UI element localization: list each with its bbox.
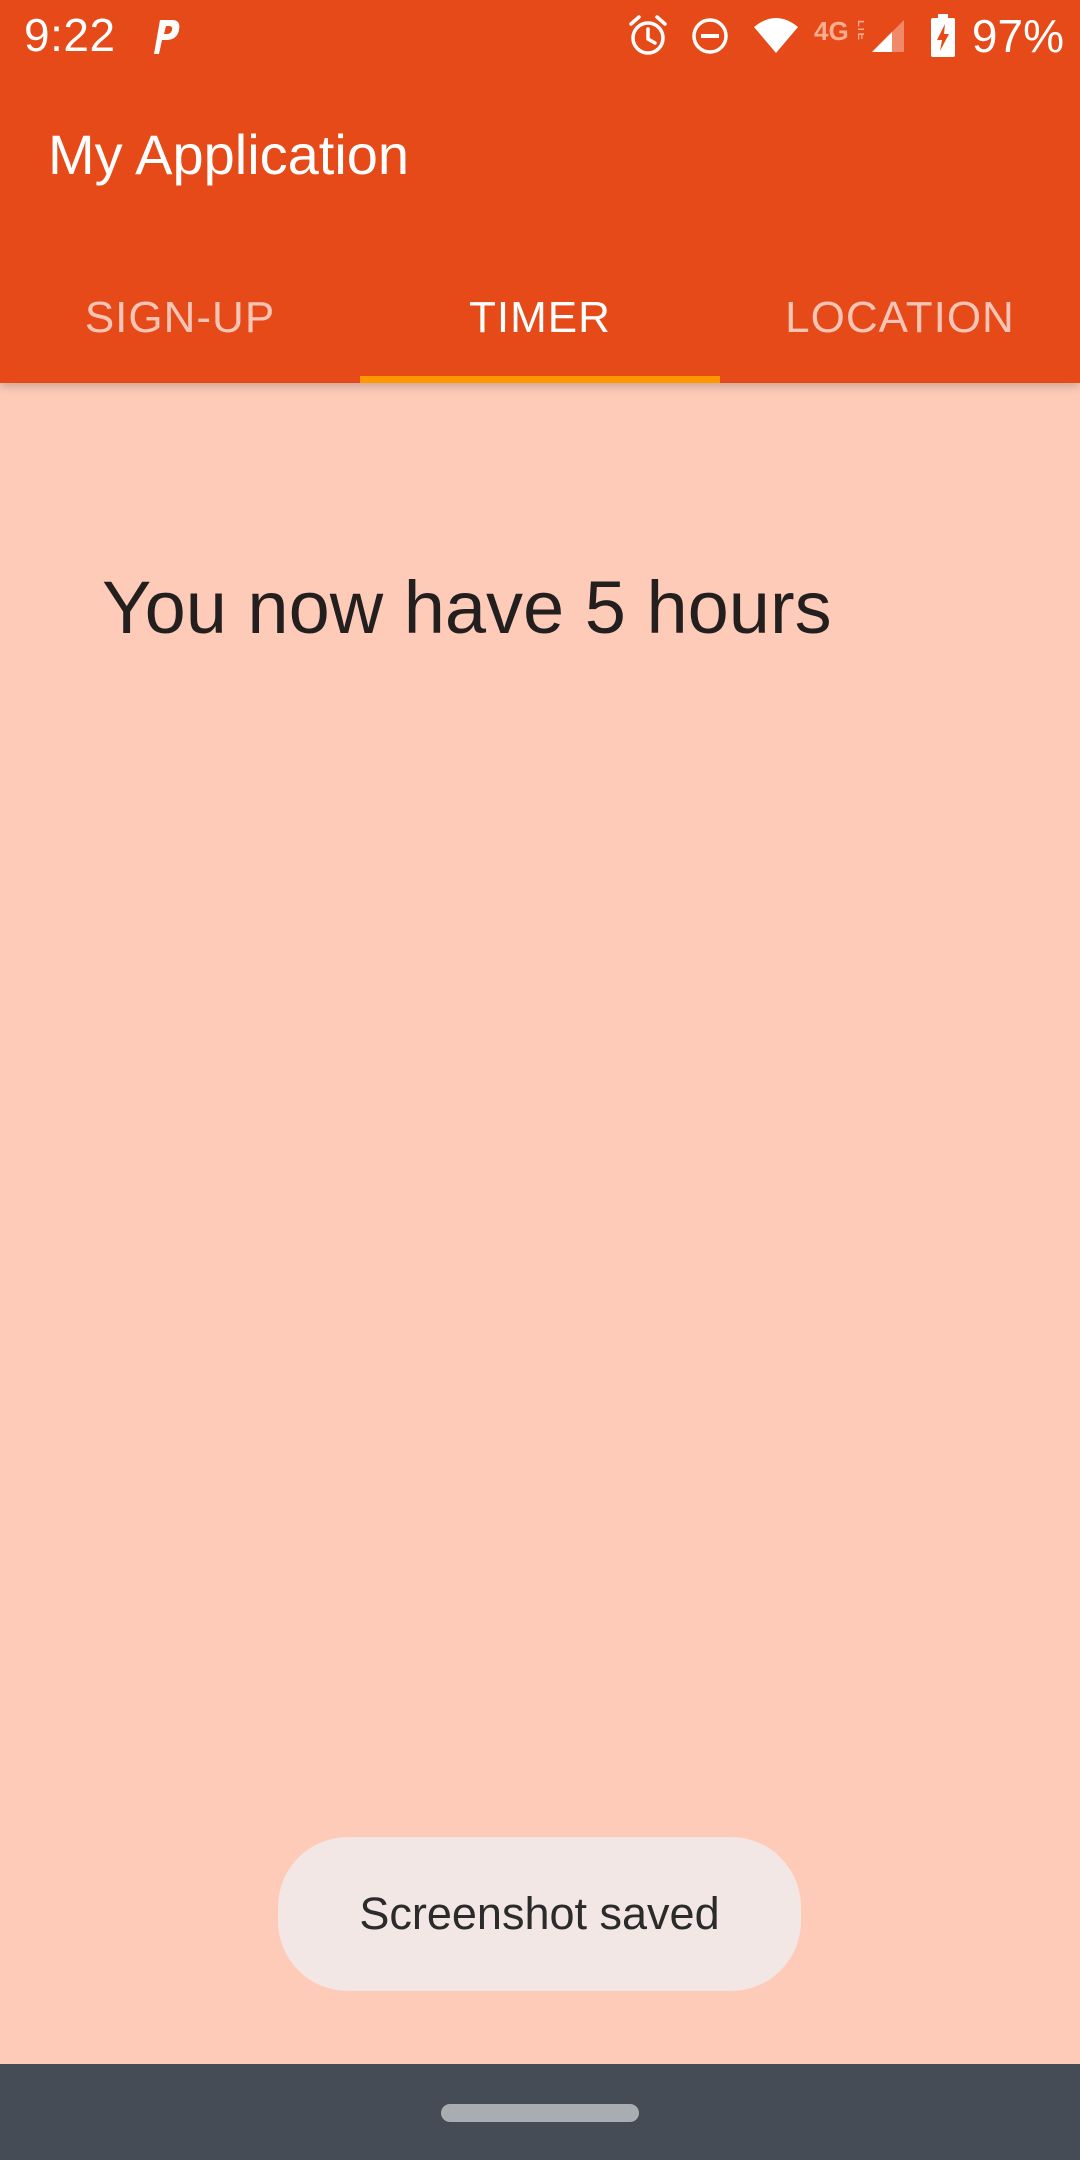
timer-message: You now have 5 hours xyxy=(102,566,832,649)
toast: Screenshot saved xyxy=(278,1837,801,1991)
lte-suffix-label: LTE xyxy=(855,20,864,40)
tab-bar: SIGN-UP TIMER LOCATION xyxy=(0,252,1080,383)
app-bar: 9:22 4G LTE 97% My Application SIGN-UP T… xyxy=(0,0,1080,383)
lte-4g-label: 4G xyxy=(814,16,849,46)
status-icons: 4G LTE 97% xyxy=(606,8,1064,64)
signal-icon xyxy=(871,20,904,52)
tab-label: SIGN-UP xyxy=(84,292,276,342)
toast-text: Screenshot saved xyxy=(359,1888,720,1939)
battery-percent: 97% xyxy=(971,10,1064,62)
tab-label: LOCATION xyxy=(785,292,1015,342)
status-time: 9:22 xyxy=(24,9,116,61)
parking-app-icon xyxy=(154,20,180,54)
battery-charging-icon xyxy=(930,14,955,57)
app-title: My Application xyxy=(48,123,410,186)
alarm-icon xyxy=(629,15,667,55)
tab-label: TIMER xyxy=(469,292,611,342)
navigation-bar xyxy=(0,2064,1080,2160)
wifi-icon xyxy=(753,18,798,53)
tab-location[interactable]: LOCATION xyxy=(720,252,1080,383)
home-gesture-handle[interactable] xyxy=(441,2104,639,2122)
tab-timer[interactable]: TIMER xyxy=(360,252,720,383)
screen: 9:22 4G LTE 97% My Application SIGN-UP T… xyxy=(0,0,1080,2160)
tab-indicator xyxy=(360,376,720,383)
status-bar: 9:22 4G LTE 97% xyxy=(0,0,1080,72)
tab-sign-up[interactable]: SIGN-UP xyxy=(0,252,360,383)
lte-icon: 4G LTE xyxy=(814,16,864,46)
do-not-disturb-icon xyxy=(692,18,728,54)
